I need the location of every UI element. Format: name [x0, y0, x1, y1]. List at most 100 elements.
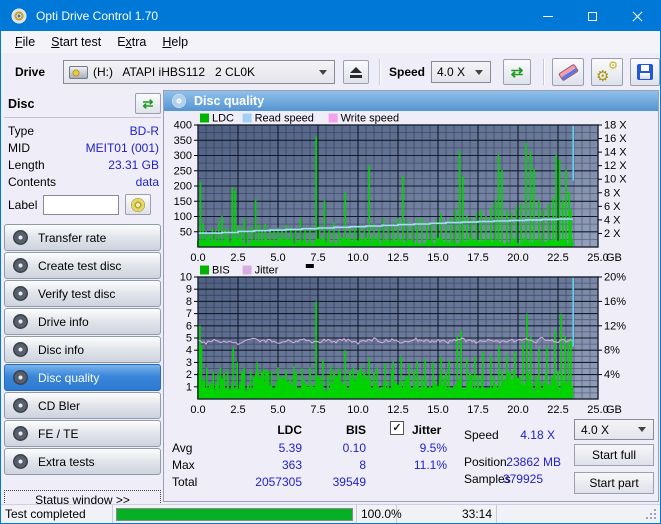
disc-info-fields: Type BD-R MID MEIT01 (001) Length 23.31 GB Con… — [4, 122, 161, 190]
svg-text:4: 4 — [186, 345, 192, 357]
sidebar-item-label: Extra tests — [38, 454, 95, 469]
disc-icon — [13, 426, 28, 441]
speed-label: Speed — [389, 65, 426, 79]
progress-fill — [117, 508, 352, 520]
svg-text:7.5: 7.5 — [310, 252, 325, 263]
start-full-button[interactable]: Start full — [574, 444, 654, 466]
speed-select[interactable]: 4.0 X — [431, 61, 491, 83]
svg-text:10.0: 10.0 — [347, 252, 368, 263]
label-input[interactable] — [43, 194, 120, 215]
sidebar-item-transfer-rate[interactable]: Transfer rate — [4, 224, 161, 251]
drive-icon — [69, 65, 88, 79]
sidebar-item-disc-quality[interactable]: Disc quality — [4, 364, 161, 391]
status-text: Test completed — [1, 505, 113, 523]
maximize-icon — [588, 11, 597, 21]
svg-text:20%: 20% — [604, 272, 626, 284]
svg-text:4%: 4% — [604, 369, 620, 381]
disc-panel-title: Disc — [8, 96, 35, 111]
svg-text:10.0: 10.0 — [347, 404, 368, 415]
save-button[interactable] — [630, 58, 660, 86]
disc-icon — [13, 454, 28, 469]
total-ldc-value: 2057305 — [255, 475, 302, 489]
chevron-down-icon — [319, 69, 327, 75]
settings-button[interactable]: ⚙ ⚙ — [591, 58, 623, 86]
test-speed-select[interactable]: 4.0 X — [574, 419, 654, 440]
label-row: Label — [4, 194, 161, 215]
chevron-down-icon — [638, 427, 646, 432]
progress-bar — [116, 507, 353, 521]
svg-text:8 X: 8 X — [604, 187, 621, 199]
disc-field-type: Type BD-R — [4, 122, 161, 139]
app-window: Opti Drive Control 1.70 File Start test Ex… — [0, 0, 661, 524]
menu-help[interactable]: Help — [154, 32, 196, 52]
total-row-label: Total — [172, 475, 198, 489]
disc-field-label: Contents — [8, 174, 57, 189]
refresh-speeds-button[interactable]: ⇄ — [503, 59, 531, 85]
erase-disc-button[interactable] — [552, 58, 584, 86]
disc-field-label: MID — [8, 140, 30, 155]
close-button[interactable] — [615, 1, 660, 31]
progress-cell — [113, 505, 357, 523]
app-icon — [11, 8, 27, 24]
window-controls — [525, 1, 660, 31]
svg-text:10: 10 — [180, 272, 192, 284]
maximize-button[interactable] — [570, 1, 615, 31]
gears-icon: ⚙ ⚙ — [596, 60, 618, 85]
disc-icon — [13, 230, 28, 245]
disc-field-length: Length 23.31 GB — [4, 156, 161, 173]
max-jitter-value: 11.1% — [413, 458, 447, 472]
jitter-checkbox[interactable]: ✓ — [390, 421, 404, 435]
svg-text:50: 50 — [180, 226, 192, 238]
start-part-button[interactable]: Start part — [574, 472, 654, 494]
sidebar-item-drive-info[interactable]: Drive info — [4, 308, 161, 335]
sidebar-item-verify-test-disc[interactable]: Verify test disc — [4, 280, 161, 307]
svg-text:17.5: 17.5 — [467, 404, 488, 415]
max-ldc-value: 363 — [281, 458, 302, 472]
svg-text:15.0: 15.0 — [427, 252, 448, 263]
refresh-icon: ⇄ — [510, 63, 524, 81]
statusbar: Test completed 100.0% 33:14 — [1, 504, 660, 523]
svg-text:22.5: 22.5 — [547, 252, 568, 263]
read-label-button[interactable] — [125, 194, 152, 215]
disc-field-value: BD-R — [129, 123, 159, 138]
jitter-column-header: Jitter — [412, 423, 442, 437]
disc-field-value: MEIT01 (001) — [85, 140, 159, 155]
avg-row-label: Avg — [172, 441, 193, 455]
menu-extra[interactable]: Extra — [109, 32, 154, 52]
sidebar-item-create-test-disc[interactable]: Create test disc — [4, 252, 161, 279]
disc-field-value: data — [135, 174, 159, 189]
svg-text:2.5: 2.5 — [230, 404, 245, 415]
disc-icon — [13, 398, 28, 413]
sidebar-item-fe-te[interactable]: FE / TE — [4, 420, 161, 447]
resize-grip[interactable] — [646, 509, 658, 521]
svg-text:12.5: 12.5 — [387, 252, 408, 263]
eject-icon-bar — [350, 74, 362, 78]
svg-text:16 X: 16 X — [604, 133, 627, 145]
svg-text:GB: GB — [606, 252, 622, 263]
toolbar: Drive (H:) ATAPI iHBS112 2 CL0K Speed 4.… — [1, 53, 660, 91]
gold-disc-icon — [131, 197, 146, 212]
drive-label: Drive — [15, 65, 46, 79]
refresh-disc-button[interactable]: ⇄ — [135, 93, 161, 114]
svg-text:2: 2 — [186, 369, 192, 381]
eject-button[interactable] — [343, 60, 369, 84]
svg-text:9: 9 — [186, 284, 192, 296]
sidebar-item-extra-tests[interactable]: Extra tests — [4, 448, 161, 475]
sidebar-item-cd-bler[interactable]: CD Bler — [4, 392, 161, 419]
svg-text:3: 3 — [186, 357, 192, 369]
svg-text:300: 300 — [174, 150, 192, 162]
svg-text:350: 350 — [174, 135, 192, 147]
svg-text:12 X: 12 X — [604, 160, 627, 172]
svg-text:4 X: 4 X — [604, 214, 621, 226]
drive-select[interactable]: (H:) ATAPI iHBS112 2 CL0K — [63, 60, 335, 84]
menu-file[interactable]: File — [7, 32, 43, 52]
svg-text:LDC: LDC — [212, 113, 234, 125]
sidebar-item-label: Drive info — [38, 314, 89, 329]
minimize-button[interactable] — [525, 1, 570, 31]
sidebar-item-disc-info[interactable]: Disc info — [4, 336, 161, 363]
sidebar-item-label: Disc quality — [38, 370, 100, 385]
save-icon — [637, 64, 653, 80]
titlebar: Opti Drive Control 1.70 — [1, 1, 660, 31]
menu-start-test[interactable]: Start test — [43, 32, 109, 52]
sidebar-item-label: CD Bler — [38, 398, 81, 413]
